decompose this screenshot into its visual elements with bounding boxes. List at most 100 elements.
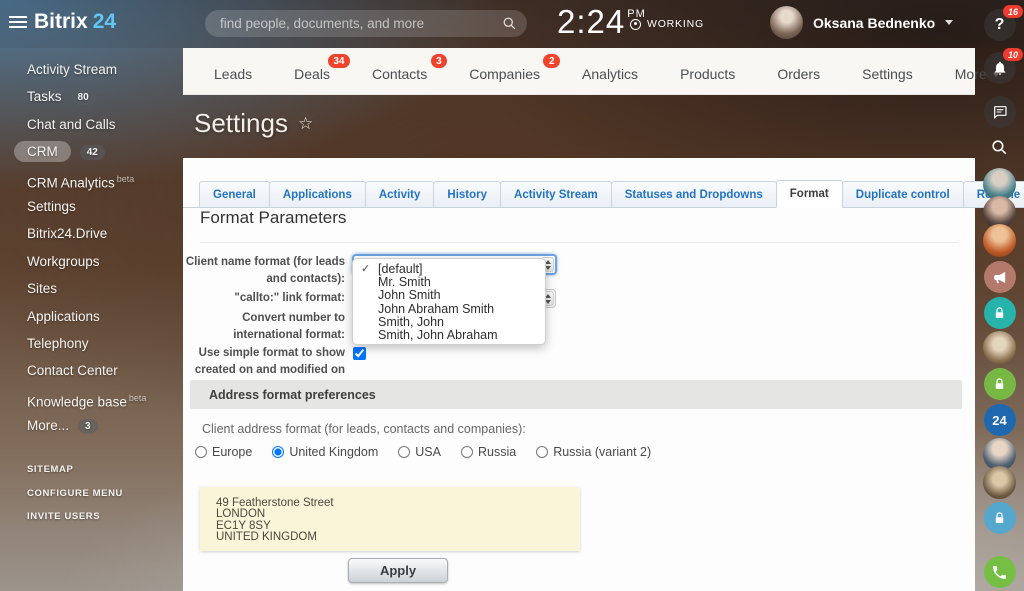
bell-icon bbox=[992, 60, 1008, 76]
sidebar-item-sites[interactable]: Sites bbox=[0, 275, 183, 302]
radio-input[interactable] bbox=[461, 446, 473, 458]
nav-item-label: Products bbox=[680, 66, 735, 82]
work-status[interactable]: WORKING bbox=[630, 18, 704, 30]
sidebar-item-settings[interactable]: Settings bbox=[0, 193, 183, 220]
sidebar-item-crm[interactable]: CRM42 bbox=[0, 138, 183, 165]
nav-item-contacts[interactable]: Contacts3 bbox=[351, 48, 448, 95]
nav-item-companies[interactable]: Companies2 bbox=[448, 48, 561, 95]
sidebar-item-label: Settings bbox=[27, 199, 76, 214]
address-preferences-header: Address format preferences bbox=[190, 380, 962, 409]
tab-activity-stream[interactable]: Activity Stream bbox=[500, 181, 612, 208]
tab-format[interactable]: Format bbox=[776, 180, 843, 208]
nav-item-orders[interactable]: Orders bbox=[756, 48, 841, 95]
sidebar-link-invite-users[interactable]: INVITE USERS bbox=[0, 505, 183, 529]
callto-link-format-label: "callto:" link format: bbox=[183, 290, 345, 307]
sidebar-item-activity-stream[interactable]: Activity Stream bbox=[0, 56, 183, 83]
tab-activity[interactable]: Activity bbox=[365, 181, 435, 208]
sidebar-item-applications[interactable]: Applications bbox=[0, 303, 183, 330]
megaphone-icon bbox=[991, 269, 1008, 286]
right-sidebar: ? 16 10 24 bbox=[975, 0, 1024, 591]
dropdown-option-label: [default] bbox=[378, 262, 422, 276]
private-chat-button[interactable] bbox=[984, 502, 1016, 534]
search-placeholder: find people, documents, and more bbox=[205, 10, 527, 37]
sidebar-link-configure-menu[interactable]: CONFIGURE MENU bbox=[0, 482, 183, 506]
sidebar-item-label: Telephony bbox=[27, 336, 89, 351]
menu-icon[interactable] bbox=[9, 16, 27, 31]
radio-russia[interactable]: Russia bbox=[461, 445, 516, 459]
radio-input[interactable] bbox=[195, 446, 207, 458]
radio-input[interactable] bbox=[398, 446, 410, 458]
avatar[interactable] bbox=[983, 331, 1016, 364]
avatar[interactable] bbox=[983, 466, 1016, 499]
help-badge: 16 bbox=[1003, 5, 1022, 18]
tab-general[interactable]: General bbox=[199, 181, 270, 208]
nav-item-label: Companies bbox=[469, 66, 540, 82]
address-line: 49 Featherstone Street bbox=[216, 498, 580, 509]
favorite-star-icon[interactable]: ☆ bbox=[298, 114, 313, 134]
tab-duplicate-control[interactable]: Duplicate control bbox=[842, 181, 964, 208]
sidebar-item-label: Sites bbox=[27, 281, 57, 296]
nav-item-deals[interactable]: Deals34 bbox=[273, 48, 351, 95]
tab-history[interactable]: History bbox=[433, 181, 501, 208]
lock-icon bbox=[992, 377, 1007, 392]
simple-format-checkbox[interactable] bbox=[353, 347, 366, 360]
client-name-format-label: Client name format (for leads and contac… bbox=[183, 254, 345, 289]
dropdown-option-smith-john-abraham[interactable]: Smith, John Abraham bbox=[353, 329, 545, 342]
sidebar-item-tasks[interactable]: Tasks80 bbox=[0, 83, 183, 110]
bitrix24-chat-button[interactable]: 24 bbox=[984, 404, 1016, 436]
radio-input[interactable] bbox=[536, 446, 548, 458]
beta-tag: beta bbox=[129, 393, 147, 403]
counter-badge: 3 bbox=[78, 419, 98, 434]
settings-tabs: GeneralApplicationsActivityHistoryActivi… bbox=[183, 180, 975, 208]
top-bar: Bitrix24 find people, documents, and mor… bbox=[0, 0, 1024, 48]
sidebar-item-more[interactable]: More...3 bbox=[0, 412, 183, 439]
nav-item-leads[interactable]: Leads bbox=[193, 48, 273, 95]
radio-united-kingdom[interactable]: United Kingdom bbox=[272, 445, 378, 459]
messenger-button[interactable] bbox=[984, 96, 1016, 128]
sidebar-item-label: Bitrix24.Drive bbox=[27, 226, 107, 241]
radio-label: Russia bbox=[478, 445, 516, 459]
counter-badge: 2 bbox=[543, 54, 560, 68]
page-banner: Settings ☆ bbox=[183, 95, 975, 158]
dropdown-option-label: Smith, John Abraham bbox=[378, 328, 498, 342]
sidebar-item-chat-and-calls[interactable]: Chat and Calls bbox=[0, 111, 183, 138]
private-chat-button[interactable] bbox=[984, 297, 1016, 329]
radio-europe[interactable]: Europe bbox=[195, 445, 252, 459]
private-chat-button[interactable] bbox=[984, 368, 1016, 400]
help-button[interactable]: ? 16 bbox=[984, 9, 1016, 41]
sidebar-item-label: Contact Center bbox=[27, 363, 118, 378]
user-menu[interactable]: Oksana Bednenko bbox=[770, 6, 953, 39]
nav-item-label: Leads bbox=[214, 66, 252, 82]
nav-item-products[interactable]: Products bbox=[659, 48, 756, 95]
search-button[interactable] bbox=[987, 134, 1013, 160]
sidebar-item-label: Tasks bbox=[27, 89, 62, 104]
tab-applications[interactable]: Applications bbox=[269, 181, 366, 208]
sidebar-item-label: CRM bbox=[14, 141, 71, 162]
tab-statuses-and-dropdowns[interactable]: Statuses and Dropdowns bbox=[611, 181, 777, 208]
phone-icon bbox=[991, 564, 1008, 581]
counter-badge: 3 bbox=[431, 54, 448, 68]
phone-button[interactable] bbox=[984, 556, 1016, 588]
radio-russia-variant-2[interactable]: Russia (variant 2) bbox=[536, 445, 651, 459]
announcement-button[interactable] bbox=[984, 261, 1016, 293]
sidebar-item-contact-center[interactable]: Contact Center bbox=[0, 357, 183, 384]
notifications-button[interactable]: 10 bbox=[984, 52, 1016, 84]
sidebar-item-bitrix24-drive[interactable]: Bitrix24.Drive bbox=[0, 220, 183, 247]
sidebar-link-sitemap[interactable]: SITEMAP bbox=[0, 458, 183, 482]
search-icon[interactable] bbox=[502, 16, 517, 31]
apply-button[interactable]: Apply bbox=[348, 558, 448, 583]
sidebar-item-telephony[interactable]: Telephony bbox=[0, 330, 183, 357]
radio-usa[interactable]: USA bbox=[398, 445, 441, 459]
avatar[interactable] bbox=[983, 224, 1016, 257]
sidebar-item-label: Chat and Calls bbox=[27, 117, 116, 132]
sidebar-item-crm-analytics[interactable]: CRM Analyticsbeta bbox=[0, 166, 183, 193]
sidebar-item-knowledge-base[interactable]: Knowledge basebeta bbox=[0, 385, 183, 412]
nav-item-analytics[interactable]: Analytics bbox=[561, 48, 659, 95]
dropdown-option-label: John Smith bbox=[378, 288, 441, 302]
logo[interactable]: Bitrix24 bbox=[34, 10, 116, 34]
search-input[interactable]: find people, documents, and more bbox=[205, 10, 527, 37]
radio-input[interactable] bbox=[272, 446, 284, 458]
nav-item-settings[interactable]: Settings bbox=[841, 48, 934, 95]
sidebar-item-workgroups[interactable]: Workgroups bbox=[0, 248, 183, 275]
address-preview: 49 Featherstone StreetLONDONEC1Y 8SYUNIT… bbox=[200, 487, 580, 551]
